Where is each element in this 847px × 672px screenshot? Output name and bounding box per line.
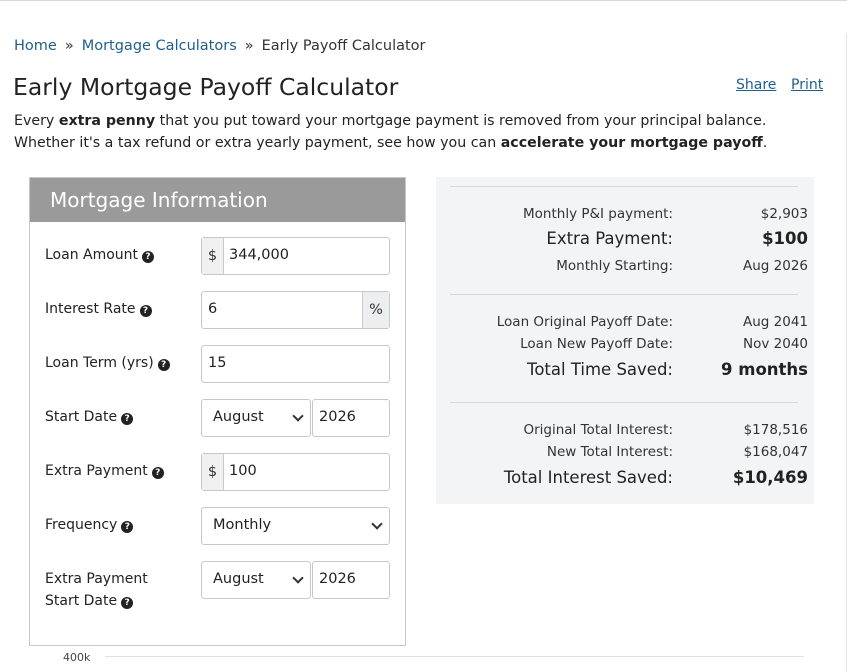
monthly-starting-label: Monthly Starting: <box>556 258 673 274</box>
frequency-label: Frequency? <box>45 514 134 536</box>
extra-start-month-value: August <box>213 571 264 587</box>
dollar-prefix: $ <box>202 454 224 490</box>
intro-part: Every <box>14 113 59 129</box>
extra-payment-label: Extra Payment? <box>45 460 164 482</box>
time-saved-value: 9 months <box>721 360 808 379</box>
top-border <box>0 0 847 1</box>
help-icon[interactable]: ? <box>142 251 155 263</box>
results-divider <box>450 402 798 403</box>
breadcrumb-mortgage-calculators-link[interactable]: Mortgage Calculators <box>82 38 237 54</box>
extra-payment-input[interactable]: $ 100 <box>201 453 390 491</box>
extra-payment-result-label: Extra Payment: <box>546 229 673 248</box>
breadcrumb-current: Early Payoff Calculator <box>261 38 426 54</box>
extra-start-label: Extra Payment Start Date? <box>45 568 148 612</box>
chart-y-tick-label: 400k <box>63 651 91 664</box>
original-interest-value: $178,516 <box>743 422 808 438</box>
label-text: Extra Payment <box>45 571 148 587</box>
mortgage-information-panel: Mortgage Information Loan Amount? $ 344,… <box>29 177 406 646</box>
interest-rate-input[interactable]: 6 % <box>201 291 390 329</box>
label-text: Start Date <box>45 593 118 609</box>
new-payoff-label: Loan New Payoff Date: <box>520 336 673 352</box>
start-month-value: August <box>213 409 264 425</box>
intro-emphasis: extra penny <box>58 113 156 129</box>
help-icon[interactable]: ? <box>121 597 134 609</box>
start-month-select[interactable]: August <box>201 399 311 437</box>
chevron-down-icon <box>292 572 304 584</box>
new-interest-label: New Total Interest: <box>546 444 673 460</box>
loan-term-input[interactable]: 15 <box>201 345 390 383</box>
monthly-pi-value: $2,903 <box>760 206 808 222</box>
start-year-input[interactable]: 2026 <box>312 399 390 437</box>
breadcrumb-separator: » <box>244 38 254 54</box>
help-icon[interactable]: ? <box>139 305 152 317</box>
frequency-value: Monthly <box>213 517 272 533</box>
extra-start-year-input[interactable]: 2026 <box>312 561 390 599</box>
breadcrumb-separator: » <box>64 38 74 54</box>
loan-amount-label: Loan Amount? <box>45 244 155 266</box>
extra-payment-value: 100 <box>229 463 257 479</box>
intro-text: Every extra penny that you put toward yo… <box>14 110 814 154</box>
original-payoff-label: Loan Original Payoff Date: <box>496 314 673 330</box>
label-text: Start Date <box>45 409 118 425</box>
loan-amount-input[interactable]: $ 344,000 <box>201 237 390 275</box>
loan-term-label: Loan Term (yrs)? <box>45 352 170 374</box>
original-payoff-value: Aug 2041 <box>742 314 808 330</box>
time-saved-label: Total Time Saved: <box>527 360 673 379</box>
label-text: Interest Rate <box>45 301 136 317</box>
help-icon[interactable]: ? <box>151 467 164 479</box>
monthly-starting-value: Aug 2026 <box>742 258 808 274</box>
results-divider <box>450 294 798 295</box>
original-interest-label: Original Total Interest: <box>523 422 673 438</box>
intro-emphasis: accelerate your mortgage payoff <box>500 135 763 151</box>
loan-amount-value: 344,000 <box>229 247 289 263</box>
label-text: Loan Amount <box>45 247 139 263</box>
percent-suffix: % <box>362 292 389 328</box>
chart-gridline <box>105 656 804 657</box>
label-text: Extra Payment <box>45 463 148 479</box>
page-title: Early Mortgage Payoff Calculator <box>13 73 399 101</box>
help-icon[interactable]: ? <box>121 521 134 533</box>
new-interest-value: $168,047 <box>743 444 808 460</box>
interest-saved-label: Total Interest Saved: <box>503 468 673 487</box>
interest-rate-value: 6 <box>208 301 218 317</box>
monthly-pi-label: Monthly P&I payment: <box>523 206 673 222</box>
dollar-prefix: $ <box>202 238 224 274</box>
extra-payment-result-value: $100 <box>762 229 808 248</box>
results-panel: Monthly P&I payment: $2,903 Extra Paymen… <box>436 177 814 504</box>
panel-title: Mortgage Information <box>30 178 405 222</box>
loan-term-value: 15 <box>208 355 227 371</box>
breadcrumb-home-link[interactable]: Home <box>14 38 57 54</box>
frequency-select[interactable]: Monthly <box>201 507 390 545</box>
intro-part: . <box>762 135 768 151</box>
help-icon[interactable]: ? <box>157 359 170 371</box>
extra-start-year-value: 2026 <box>319 571 356 587</box>
results-divider <box>450 186 798 187</box>
chevron-down-icon <box>371 518 383 530</box>
share-link[interactable]: Share <box>736 77 776 93</box>
interest-rate-label: Interest Rate? <box>45 298 152 320</box>
start-date-label: Start Date? <box>45 406 134 428</box>
help-icon[interactable]: ? <box>121 413 134 425</box>
label-text: Loan Term (yrs) <box>45 355 154 371</box>
print-link[interactable]: Print <box>791 77 823 93</box>
chevron-down-icon <box>292 410 304 422</box>
interest-saved-value: $10,469 <box>732 468 808 487</box>
new-payoff-value: Nov 2040 <box>743 336 808 352</box>
extra-start-month-select[interactable]: August <box>201 561 311 599</box>
breadcrumb: Home » Mortgage Calculators » Early Payoff C… <box>14 38 426 54</box>
label-text: Frequency <box>45 517 118 533</box>
start-year-value: 2026 <box>319 409 356 425</box>
